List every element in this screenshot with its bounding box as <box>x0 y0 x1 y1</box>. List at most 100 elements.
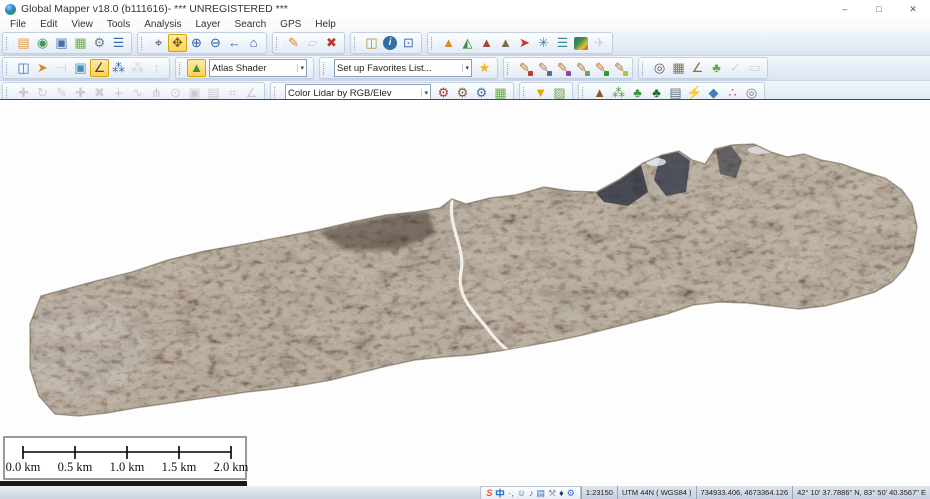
create-buffer-button[interactable]: ♣ <box>707 59 726 77</box>
toolbar-grip[interactable] <box>523 87 528 100</box>
color-relief-button[interactable] <box>574 37 588 50</box>
input-mode-chinese[interactable] <box>495 488 505 498</box>
open-online-data-button[interactable]: ◉ <box>33 34 52 52</box>
chevron-down-icon[interactable]: ▾ <box>297 64 304 72</box>
zoom-window-tool[interactable]: ⌖ <box>149 34 168 52</box>
toolbox[interactable]: ⚒ <box>548 488 556 498</box>
toolbar-grip[interactable] <box>179 62 184 75</box>
toolbar-grip[interactable] <box>507 62 512 75</box>
create-range-rings-button[interactable]: ◎ <box>650 59 669 77</box>
lidar-terrain-strip <box>0 100 930 487</box>
configuration-button[interactable]: ⚙ <box>90 34 109 52</box>
toolbar-grip[interactable] <box>582 87 587 100</box>
fly-through-button[interactable]: ✈ <box>590 34 609 52</box>
toolbar-grip[interactable] <box>642 62 647 75</box>
toolbar-row-1: ▤◉▣▦⚙☰⌖✥⊕⊖←⌂✎▱✖◫i⊡▲◭▲▲➤✳☰✈ <box>0 31 930 56</box>
toolbar-grip[interactable] <box>274 87 279 100</box>
chevron-down-icon[interactable]: ▾ <box>421 89 428 97</box>
menu-item-analysis[interactable]: Analysis <box>137 19 188 30</box>
toolbar-grip[interactable] <box>354 37 359 50</box>
menu-item-tools[interactable]: Tools <box>100 19 137 30</box>
apply-edits-button[interactable]: ✓ <box>726 59 745 77</box>
app-globe-icon <box>5 4 16 15</box>
create-rectangle-feature-button[interactable]: ✎ <box>591 59 610 77</box>
watershed-button[interactable]: ▲ <box>477 34 496 52</box>
map-layout-button[interactable]: ▦ <box>71 34 90 52</box>
soft-keyboard[interactable]: ▤ <box>537 488 546 498</box>
menu-item-view[interactable]: View <box>64 19 100 30</box>
full-view-button[interactable]: ⌂ <box>244 34 263 52</box>
skin-center[interactable]: ♦ <box>559 488 564 498</box>
toolbar-grip[interactable] <box>431 37 436 50</box>
search-attributes-button[interactable]: ⊡ <box>399 34 418 52</box>
water-rise-button[interactable]: ✳ <box>534 34 553 52</box>
delete-feature-button[interactable]: ✖ <box>322 34 341 52</box>
window-toolbar: ◫➤⊣▣∠⁂⁂↑ <box>2 57 170 79</box>
contour-generation-button[interactable]: ☰ <box>553 34 572 52</box>
fly-path-button[interactable]: ➤ <box>33 59 52 77</box>
show-3d-view-button[interactable]: ▣ <box>71 59 90 77</box>
emoji-picker[interactable]: ☺ <box>517 488 526 498</box>
input-method-tray: S ·,☺♪▤⚒♦⚙ <box>480 486 580 499</box>
toolbar-grip[interactable] <box>6 87 11 100</box>
zoom-in-tool[interactable]: ⊕ <box>187 34 206 52</box>
map-views-button[interactable]: ◫ <box>14 59 33 77</box>
maximize-button[interactable]: □ <box>862 0 896 18</box>
chevron-down-icon[interactable]: ▾ <box>462 64 469 72</box>
create-grid-button[interactable]: ▦ <box>669 59 688 77</box>
lidar-extract-button[interactable]: ↑ <box>147 59 166 77</box>
menu-item-help[interactable]: Help <box>308 19 343 30</box>
toolbar-row-2: ◫➤⊣▣∠⁂⁂↑▲Atlas Shader▾Set up Favorites L… <box>0 56 930 81</box>
punctuation-toggle[interactable]: ·, <box>508 488 514 498</box>
overlay-control-center-button[interactable]: ☰ <box>109 34 128 52</box>
create-area-feature-button[interactable]: ✎ <box>572 59 591 77</box>
create-line-feature-button[interactable]: ✎ <box>534 59 553 77</box>
settings-wrench[interactable]: ⚙ <box>567 488 575 498</box>
favorites-star-button[interactable]: ★ <box>475 59 494 77</box>
terrain-analysis-button[interactable]: ▲ <box>496 34 515 52</box>
atlas-shader-toggle[interactable]: ▲ <box>187 59 206 77</box>
voice-input[interactable]: ♪ <box>529 488 534 498</box>
toolbar-grip[interactable] <box>6 37 11 50</box>
map-view[interactable]: 0.0 km0.5 km1.0 km1.5 km2.0 km <box>0 99 930 486</box>
create-point-feature-button[interactable]: ✎ <box>515 59 534 77</box>
toolbar-grip[interactable] <box>141 37 146 50</box>
zoom-out-tool[interactable]: ⊖ <box>206 34 225 52</box>
path-profile-tool[interactable]: ∠ <box>90 59 109 77</box>
menu-item-search[interactable]: Search <box>227 19 273 30</box>
previous-view-button[interactable]: ← <box>225 34 244 52</box>
menu-item-gps[interactable]: GPS <box>273 19 308 30</box>
digitizer-tool[interactable]: ✎ <box>284 34 303 52</box>
favorites-dropdown[interactable]: Set up Favorites List...▾ <box>334 59 472 77</box>
view-shed-button[interactable]: ▲ <box>439 34 458 52</box>
path-profile-button[interactable]: ◭ <box>458 34 477 52</box>
measure-tool[interactable]: ◫ <box>362 34 381 52</box>
lidar-color-dropdown-value: Color Lidar by RGB/Elev <box>288 88 419 99</box>
pan-grab-tool[interactable]: ✥ <box>168 34 187 52</box>
menu-item-edit[interactable]: Edit <box>33 19 64 30</box>
edit-feature-button[interactable]: ▱ <box>303 34 322 52</box>
toolbar-grip[interactable] <box>323 62 328 75</box>
dock-3d-view-button[interactable]: ⊣ <box>52 59 71 77</box>
menu-item-file[interactable]: File <box>3 19 33 30</box>
create-circle-feature-button[interactable]: ✎ <box>610 59 629 77</box>
minimize-button[interactable]: – <box>828 0 862 18</box>
shader-toolbar: ▲Atlas Shader▾ <box>175 57 314 79</box>
open-file-button[interactable]: ▤ <box>14 34 33 52</box>
lidar-classify-button[interactable]: ⁂ <box>128 59 147 77</box>
lidar-display-button[interactable]: ⁂ <box>109 59 128 77</box>
undo-digitization-button[interactable]: ▭ <box>745 59 764 77</box>
create-cross-section-button[interactable]: ∠ <box>688 59 707 77</box>
shader-dropdown-value: Atlas Shader <box>212 63 295 74</box>
favorites-toolbar: Set up Favorites List...▾★ <box>319 57 498 79</box>
shader-dropdown[interactable]: Atlas Shader▾ <box>209 59 307 77</box>
menu-item-layer[interactable]: Layer <box>188 19 227 30</box>
toolbar-grip[interactable] <box>276 37 281 50</box>
close-button[interactable]: ✕ <box>896 0 930 18</box>
sogou-logo[interactable]: S <box>486 488 492 498</box>
save-workspace-button[interactable]: ▣ <box>52 34 71 52</box>
feature-info-tool[interactable]: i <box>383 36 397 50</box>
create-curve-feature-button[interactable]: ✎ <box>553 59 572 77</box>
toolbar-grip[interactable] <box>6 62 11 75</box>
line-of-sight-button[interactable]: ➤ <box>515 34 534 52</box>
